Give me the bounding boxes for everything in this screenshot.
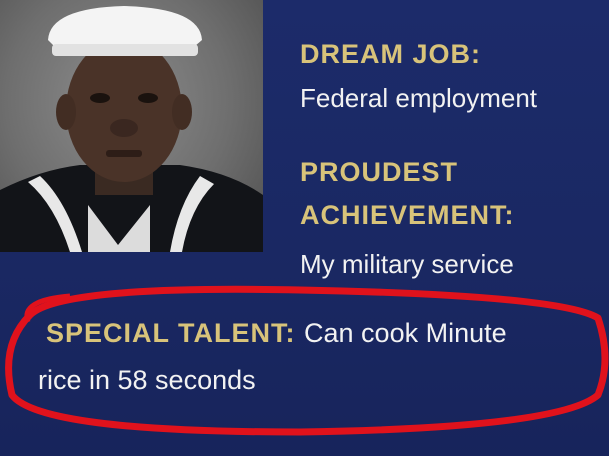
yearbook-card: DREAM JOB: Federal employment PROUDEST A… <box>0 0 609 458</box>
dream-job-value: Federal employment <box>300 83 537 113</box>
proudest-achievement-value: My military service <box>300 249 514 279</box>
dream-job-label: DREAM JOB: <box>300 39 482 69</box>
proudest-achievement-label-line2: ACHIEVEMENT: <box>300 200 515 230</box>
sailor-portrait <box>0 0 263 252</box>
special-talent-line: SPECIAL TALENT: Can cook Minute <box>46 316 507 350</box>
sailor-portrait-drawing <box>0 6 263 252</box>
proudest-achievement-label-line1: PROUDEST <box>300 157 459 187</box>
special-talent-value-line2: rice in 58 seconds <box>38 365 256 395</box>
special-talent-value-line1: Can cook Minute <box>304 318 507 348</box>
special-talent-label: SPECIAL TALENT: <box>46 318 305 348</box>
bottom-margin <box>0 456 609 467</box>
